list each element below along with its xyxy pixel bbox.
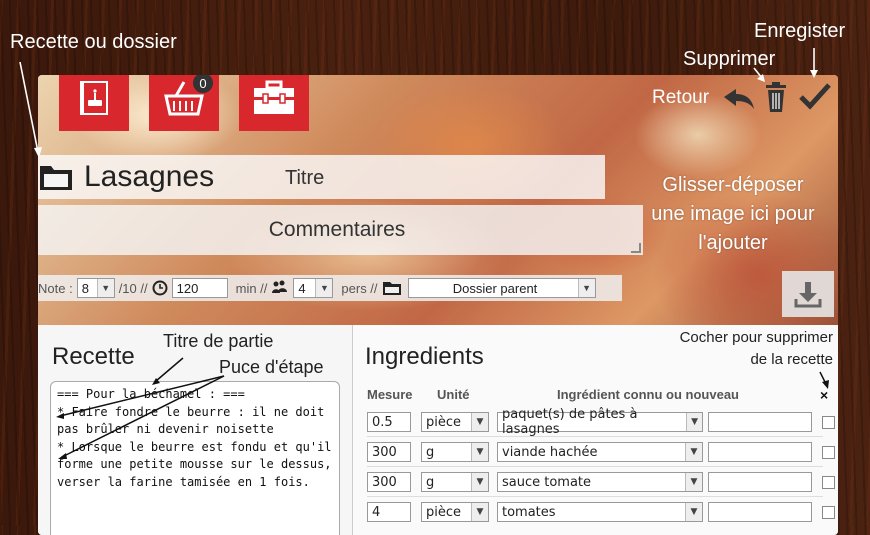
- download-button[interactable]: [782, 271, 834, 317]
- ingredient-row: 300 g ▼ viande hachée ▼: [367, 440, 837, 464]
- chevron-down-icon: ▼: [685, 473, 702, 491]
- ingredient-select[interactable]: sauce tomate ▼: [497, 472, 703, 492]
- unit-value: g: [426, 444, 435, 460]
- ingredient-row: 300 g ▼ sauce tomate ▼: [367, 470, 837, 494]
- unit-select[interactable]: pièce ▼: [421, 502, 489, 522]
- shopping-basket-button[interactable]: 0: [149, 75, 219, 131]
- ingredient-value: tomates: [502, 504, 556, 520]
- delete-checkbox[interactable]: [822, 476, 835, 489]
- unit-select[interactable]: pièce ▼: [421, 412, 489, 432]
- folder-icon: [382, 282, 401, 295]
- recipe-book-button[interactable]: [59, 75, 129, 131]
- persons-unit: pers //: [341, 280, 378, 296]
- delete-checkbox[interactable]: [822, 506, 835, 519]
- parent-folder-select[interactable]: Dossier parent ▼: [407, 278, 596, 298]
- chevron-down-icon: ▼: [315, 279, 333, 297]
- measure-input[interactable]: 300: [367, 472, 411, 492]
- recipe-panel: Recette Titre de partie Puce d'étape ===…: [38, 325, 353, 535]
- row-divider: [367, 436, 823, 437]
- title-input[interactable]: Lasagnes: [84, 160, 214, 194]
- download-icon: [794, 282, 822, 308]
- note-label: Note :: [38, 280, 73, 296]
- ingredient-row: 4 pièce ▼ tomates ▼: [367, 500, 837, 524]
- measure-input[interactable]: 4: [367, 502, 411, 522]
- note-input[interactable]: [708, 472, 812, 492]
- ingredients-heading: Ingredients: [365, 343, 484, 370]
- comment-field[interactable]: Commentaires: [38, 205, 643, 255]
- chevron-down-icon: ▼: [686, 413, 702, 431]
- chevron-down-icon: ▼: [685, 503, 702, 521]
- chevron-down-icon: ▼: [96, 279, 114, 297]
- folder-icon[interactable]: [38, 162, 74, 192]
- ingredient-select[interactable]: tomates ▼: [497, 502, 703, 522]
- title-field[interactable]: Lasagnes Titre: [38, 155, 605, 199]
- parent-folder-value: Dossier parent: [452, 280, 538, 296]
- toolbox-button[interactable]: [239, 75, 309, 131]
- trash-icon[interactable]: [764, 81, 788, 113]
- annotation-back: Retour: [652, 87, 710, 108]
- col-unit: Unité: [437, 387, 470, 402]
- ingredient-value: viande hachée: [502, 444, 598, 460]
- comment-placeholder: Commentaires: [268, 218, 406, 241]
- annotation-delete: Supprimer: [683, 48, 776, 70]
- annotation-save: Enregister: [754, 20, 846, 42]
- note-max: /10 //: [118, 280, 148, 296]
- clock-icon: [152, 280, 168, 296]
- ingredient-select[interactable]: viande hachée ▼: [497, 442, 703, 462]
- image-drop-hint[interactable]: Glisser-déposer une image ici pour l'ajo…: [648, 171, 818, 258]
- delete-checkbox[interactable]: [822, 446, 835, 459]
- back-icon[interactable]: [722, 87, 756, 113]
- unit-value: pièce: [426, 504, 462, 520]
- unit-value: g: [426, 474, 435, 490]
- chevron-down-icon: ▼: [685, 443, 702, 461]
- note-select[interactable]: 8 ▼: [76, 278, 115, 298]
- time-input[interactable]: 120: [171, 278, 228, 298]
- recipe-book-icon: [80, 81, 108, 115]
- measure-input[interactable]: 300: [367, 442, 411, 462]
- unit-value: pièce: [426, 414, 462, 430]
- ingredient-select[interactable]: paquet(s) de pâtes à lasagnes ▼: [497, 407, 703, 437]
- annotation-title: Titre: [285, 167, 325, 189]
- persons-icon: [272, 280, 288, 293]
- basket-count-badge: 0: [193, 75, 213, 93]
- row-divider: [367, 466, 823, 467]
- ingredients-panel: Ingredients Cocher pour supprimer de la …: [353, 325, 838, 535]
- delete-checkbox[interactable]: [822, 416, 835, 429]
- chevron-down-icon: ▼: [577, 279, 595, 297]
- meta-bar: Note : 8 ▼ /10 // 120 min // 4 ▼ pers // D…: [38, 275, 622, 301]
- ingredient-row: 0.5 pièce ▼ paquet(s) de pâtes à lasagnes…: [367, 407, 837, 437]
- annotation-arrows: [56, 357, 225, 459]
- chevron-down-icon: ▼: [471, 443, 488, 461]
- persons-select[interactable]: 4 ▼: [293, 278, 334, 298]
- note-input[interactable]: [708, 442, 812, 462]
- persons-value: 4: [298, 280, 306, 296]
- ingredient-value: paquet(s) de pâtes à lasagnes: [502, 407, 638, 437]
- unit-select[interactable]: g ▼: [421, 442, 489, 462]
- row-divider: [367, 496, 823, 497]
- unit-select[interactable]: g ▼: [421, 472, 489, 492]
- note-input[interactable]: [708, 502, 812, 522]
- measure-input[interactable]: 0.5: [367, 412, 411, 432]
- time-unit: min //: [235, 280, 268, 296]
- note-input[interactable]: [708, 412, 812, 432]
- note-value: 8: [81, 280, 89, 296]
- annotation-recipe-or-folder: Recette ou dossier: [10, 31, 177, 53]
- chevron-down-icon: ▼: [471, 503, 488, 521]
- toolbox-icon: [254, 80, 294, 114]
- annotation-check-to-delete: Cocher pour supprimer de la recette: [679, 329, 833, 368]
- col-measure: Mesure: [367, 387, 413, 402]
- col-delete: ×: [820, 387, 829, 403]
- col-ingredient: Ingrédient connu ou nouveau: [557, 387, 739, 402]
- ingredient-value: sauce tomate: [502, 474, 592, 490]
- recipe-card: 0 Retour Lasagnes Titre Commentaires Gli…: [38, 75, 838, 535]
- resize-handle-icon[interactable]: [631, 243, 641, 253]
- chevron-down-icon: ▼: [471, 413, 488, 431]
- chevron-down-icon: ▼: [471, 473, 488, 491]
- checkmark-icon[interactable]: [798, 81, 832, 111]
